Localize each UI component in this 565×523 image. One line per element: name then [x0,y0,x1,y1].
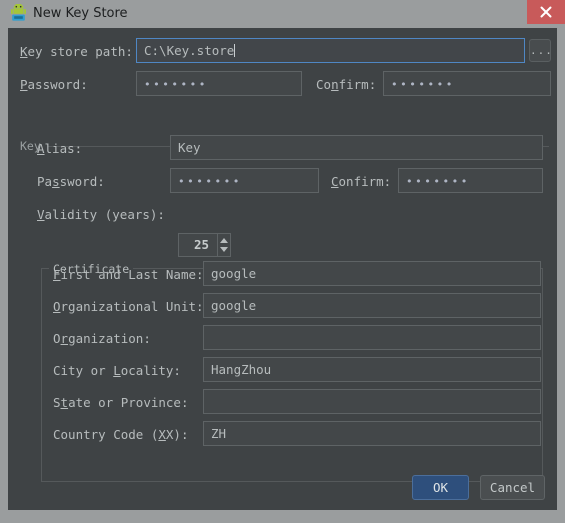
organizational-unit-label: Organizational Unit: [53,299,204,314]
cancel-button[interactable]: Cancel [480,475,545,500]
key-validity-label: Validity (years): [37,207,165,222]
key-confirm-label: Confirm: [331,174,392,189]
country-code-input[interactable]: ZH [203,421,541,446]
key-validity-stepper[interactable]: 25 [178,233,231,257]
state-or-province-input[interactable] [203,389,541,414]
dialog-body: Key store path: C:\Key.store ... Passwor… [8,28,557,510]
ok-button[interactable]: OK [412,475,469,500]
city-or-locality-input[interactable]: HangZhou [203,357,541,382]
close-icon [540,6,552,18]
organizational-unit-input[interactable]: google [203,293,541,318]
ellipsis-icon: ... [530,43,553,57]
state-or-province-label: State or Province: [53,395,189,410]
first-and-last-name-label: First and Last Name: [53,267,204,282]
close-button[interactable] [527,0,565,24]
key-store-path-input[interactable]: C:\Key.store [136,38,525,63]
new-key-store-window: New Key Store Key store path: C:\Key.sto… [0,0,565,523]
browse-key-store-path-button[interactable]: ... [529,39,553,62]
android-robot-icon [9,3,28,23]
spinner-down-icon[interactable] [220,247,228,252]
city-or-locality-label: City or Locality: [53,363,181,378]
key-store-path-label: Key store path: [20,44,133,59]
country-code-label: Country Code (XX): [53,427,189,442]
text-caret [234,44,236,57]
spinner-up-icon[interactable] [220,238,228,243]
organization-label: Organization: [53,331,151,346]
key-store-confirm-label: Confirm: [316,77,377,92]
key-validity-spinner-buttons[interactable] [217,234,231,256]
key-store-password-input[interactable]: ••••••• [136,71,302,96]
key-store-password-label: Password: [20,77,88,92]
key-alias-label: Alias: [37,141,83,156]
key-password-input[interactable]: ••••••• [170,168,319,193]
key-store-confirm-input[interactable]: ••••••• [383,71,551,96]
key-password-label: Password: [37,174,105,189]
key-confirm-input[interactable]: ••••••• [398,168,543,193]
title-bar: New Key Store [0,0,565,27]
organization-input[interactable] [203,325,541,350]
key-validity-value[interactable]: 25 [179,234,213,256]
window-title: New Key Store [33,6,128,21]
first-and-last-name-input[interactable]: google [203,261,541,286]
key-alias-input[interactable]: Key [170,135,543,160]
